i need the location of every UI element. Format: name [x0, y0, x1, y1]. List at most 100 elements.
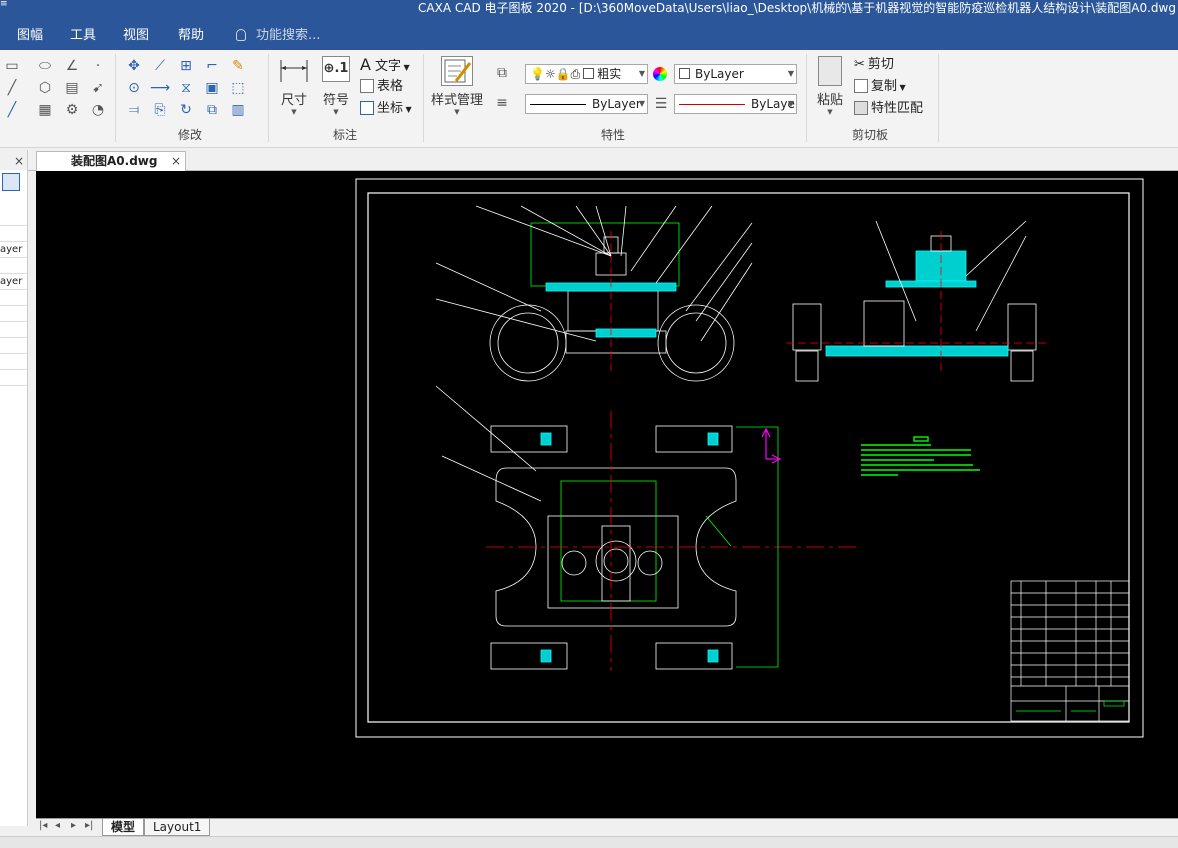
text-button[interactable]: A 文字 ▼: [360, 55, 410, 75]
copy-button[interactable]: 复制 ▼: [854, 77, 906, 97]
list-item[interactable]: [0, 226, 27, 242]
document-tab[interactable]: 装配图A0.dwg ×: [36, 151, 186, 171]
select-box-icon[interactable]: ⬚: [228, 78, 248, 98]
symbol-button[interactable]: ⊕.1 符号 ▼: [318, 56, 354, 116]
properties-icon[interactable]: ▥: [228, 100, 248, 120]
color-wheel-icon[interactable]: [653, 67, 667, 81]
list-item[interactable]: ayer: [0, 274, 27, 290]
stretch-icon[interactable]: ⧉: [202, 100, 222, 120]
ellipse-icon[interactable]: ⬭: [35, 56, 55, 76]
list-item[interactable]: [0, 306, 27, 322]
paste-button[interactable]: 粘贴 ▼: [812, 56, 848, 116]
text-icon: A: [360, 55, 371, 74]
list-item[interactable]: [0, 370, 27, 386]
paste-icon: [818, 56, 842, 86]
line-icon[interactable]: ╱: [2, 78, 22, 98]
table-button[interactable]: 表格: [360, 77, 403, 97]
chevron-down-icon: ▼: [291, 108, 297, 116]
linetype-combo[interactable]: ByLayer ▼: [525, 94, 648, 114]
dimension-button[interactable]: 尺寸 ▼: [276, 56, 312, 116]
coordinate-label: 坐标: [377, 101, 404, 116]
last-tab-icon[interactable]: ▸|: [85, 820, 93, 831]
array-icon[interactable]: ⊞: [176, 56, 196, 76]
coordinate-icon: [360, 101, 374, 115]
chevron-down-icon: ▼: [827, 108, 833, 116]
previous-tab-icon[interactable]: ◂: [55, 820, 60, 831]
menu-item-sheet[interactable]: 图幅: [15, 22, 45, 50]
layer-combo[interactable]: 💡☼🔒⎙ 粗实 ▼: [525, 64, 648, 84]
style-manager-icon: [441, 56, 473, 86]
color-swatch: [679, 68, 690, 79]
cut-label: 剪切: [867, 57, 894, 72]
extend-icon[interactable]: ⟶: [150, 78, 170, 98]
coordinate-button[interactable]: 坐标 ▼: [360, 99, 412, 119]
feature-search[interactable]: 功能搜索...: [236, 22, 320, 50]
match-properties-icon: [854, 101, 868, 115]
scale-icon[interactable]: ⊙: [124, 78, 144, 98]
hatch-icon[interactable]: ▦: [35, 100, 55, 120]
rectangle-icon[interactable]: ▭: [2, 56, 22, 76]
diagonal-line-icon[interactable]: ╱: [2, 100, 22, 120]
chevron-down-icon: ▼: [787, 69, 794, 78]
scissors-icon: ✂: [854, 57, 865, 72]
symbol-icon: ⊕.1: [322, 56, 350, 82]
window-title: CAXA CAD 电子图板 2020 - [D:\360MoveData\Use…: [418, 1, 1176, 15]
style-manager-button[interactable]: 样式管理 ▼: [428, 56, 486, 116]
list-item[interactable]: ayer: [0, 242, 27, 258]
pie-icon[interactable]: ◔: [88, 100, 108, 120]
move-icon[interactable]: ✥: [124, 56, 144, 76]
menu-item-tools[interactable]: 工具: [68, 22, 98, 50]
point-icon[interactable]: ·: [88, 56, 108, 76]
explode-icon[interactable]: ▣: [202, 78, 222, 98]
top-view: [435, 385, 856, 671]
first-tab-icon[interactable]: |◂: [39, 820, 47, 831]
left-panel-toolbar: [0, 170, 27, 192]
copy-icon: [854, 79, 868, 93]
close-icon[interactable]: ×: [171, 152, 181, 171]
close-panel-icon[interactable]: ×: [14, 154, 24, 168]
edit-pencil-icon[interactable]: ✎: [228, 56, 248, 76]
layer-icon[interactable]: ⧉: [492, 63, 512, 83]
lines-icon[interactable]: ≡: [492, 93, 512, 113]
angle-icon[interactable]: ∠: [62, 56, 82, 76]
title-block: [1010, 580, 1130, 722]
lineweight-combo[interactable]: ByLaye ▼: [674, 94, 797, 114]
match-properties-button[interactable]: 特性匹配: [854, 99, 923, 119]
gear-icon[interactable]: ⚙: [62, 100, 82, 120]
document-tab-bar: 装配图A0.dwg ×: [28, 150, 1178, 171]
dimension-label: 尺寸: [280, 93, 307, 108]
offset-icon[interactable]: ⫤: [124, 100, 144, 120]
block-icon[interactable]: ▤: [62, 78, 82, 98]
table-icon: [360, 79, 374, 93]
polygon-icon[interactable]: ⬡: [35, 78, 55, 98]
pick-icon[interactable]: ➹: [88, 78, 108, 98]
lightbulb-icon: 💡: [530, 67, 545, 81]
drawing-canvas[interactable]: [36, 171, 1178, 818]
list-item[interactable]: [0, 258, 27, 274]
menu-item-view[interactable]: 视图: [121, 22, 151, 50]
filter-icon[interactable]: [2, 173, 20, 191]
list-item[interactable]: [0, 290, 27, 306]
list-item[interactable]: [0, 210, 27, 226]
layer-name: 粗实: [597, 67, 622, 81]
layer-color-swatch: [583, 68, 595, 79]
app-menu-icon[interactable]: ≡: [0, 0, 8, 9]
trim-icon[interactable]: ⟋: [150, 56, 170, 76]
fillet-icon[interactable]: ⌐: [202, 56, 222, 76]
text-label: 文字: [374, 59, 401, 74]
list-item[interactable]: [0, 322, 27, 338]
list-item[interactable]: [0, 354, 27, 370]
side-view: [786, 220, 1046, 382]
next-tab-icon[interactable]: ▸: [71, 820, 76, 831]
color-combo[interactable]: ByLayer ▼: [674, 64, 797, 84]
tab-model[interactable]: 模型: [102, 819, 145, 836]
break-icon[interactable]: ⎘: [150, 100, 170, 120]
tab-layout1[interactable]: Layout1: [144, 819, 211, 836]
menu-item-help[interactable]: 帮助: [176, 22, 206, 50]
layout-tab-bar: |◂ ◂ ▸ ▸| 模型 Layout1: [36, 818, 1178, 836]
list-item[interactable]: [0, 338, 27, 354]
mirror-icon[interactable]: ⧖: [176, 78, 196, 98]
rotate-icon[interactable]: ↻: [176, 100, 196, 120]
lineweight-icon[interactable]: ☰: [651, 94, 671, 114]
cut-button[interactable]: ✂ 剪切: [854, 55, 894, 75]
